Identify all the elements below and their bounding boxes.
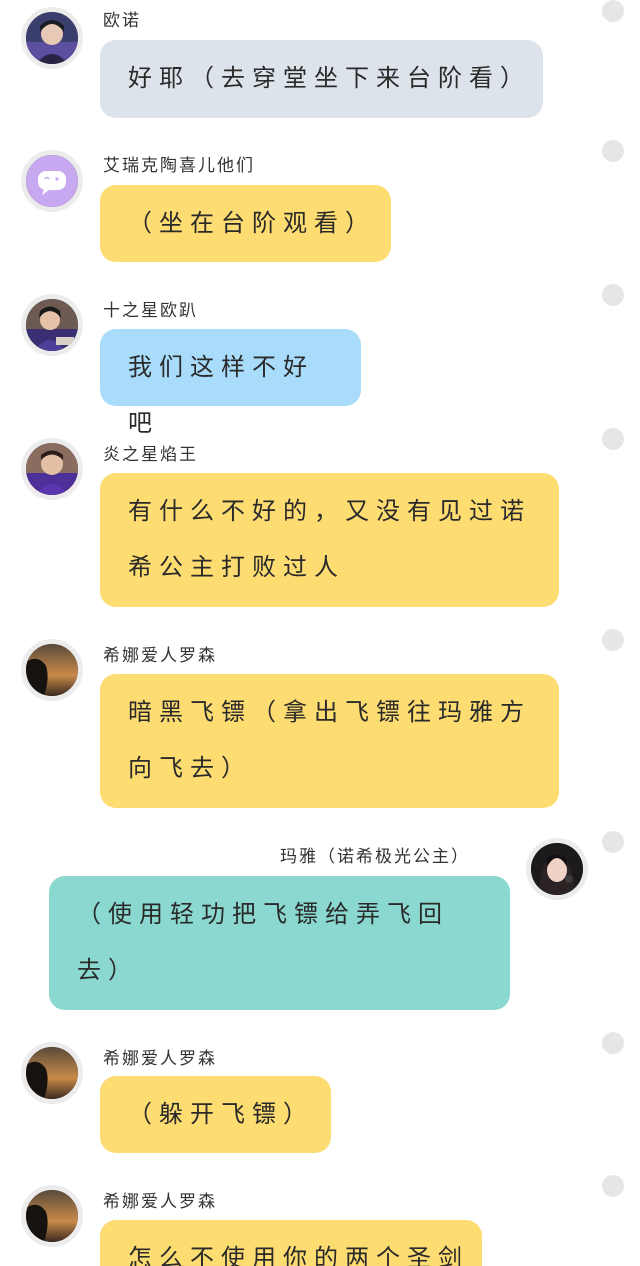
select-circle[interactable]: [602, 1175, 624, 1197]
sender-avatar[interactable]: [21, 7, 83, 69]
sender-name: 十之星欧趴: [103, 301, 198, 321]
message-bubble[interactable]: （使用轻功把飞镖给弄飞回去）: [49, 876, 510, 1010]
sender-avatar[interactable]: [21, 150, 83, 212]
sender-name: 炎之星焰王: [103, 445, 198, 465]
select-circle[interactable]: [602, 629, 624, 651]
sender-avatar[interactable]: [526, 838, 588, 900]
person-photo-icon: [531, 843, 583, 895]
message-bubble[interactable]: 我们这样不好吧: [100, 329, 361, 437]
sender-avatar[interactable]: [21, 438, 83, 500]
message-bubble[interactable]: 好耶（去穿堂坐下来台阶看）: [100, 40, 543, 118]
sender-name: 艾瑞克陶喜儿他们: [103, 156, 255, 176]
message-bubble[interactable]: （躲开飞镖）: [100, 1076, 331, 1153]
select-circle[interactable]: [602, 140, 624, 162]
select-circle[interactable]: [602, 428, 624, 450]
select-circle[interactable]: [602, 284, 624, 306]
silhouette-sunset-icon: [26, 1190, 78, 1242]
sender-name: 希娜爱人罗森: [103, 646, 217, 666]
sender-name: 欧诺: [103, 11, 141, 31]
select-circle[interactable]: [602, 831, 624, 853]
person-photo-icon: [26, 443, 78, 495]
sender-avatar[interactable]: [21, 1042, 83, 1104]
select-circle[interactable]: [602, 1032, 624, 1054]
sender-name: 希娜爱人罗森: [103, 1192, 217, 1212]
message-bubble[interactable]: 有什么不好的，又没有见过诺希公主打败过人: [100, 473, 559, 607]
sender-name: 玛雅（诺希极光公主）: [280, 847, 470, 867]
chat-bubble-icon: [26, 155, 78, 207]
person-photo-icon: [26, 299, 78, 351]
sender-name: 希娜爱人罗森: [103, 1049, 217, 1069]
message-bubble[interactable]: 暗黑飞镖（拿出飞镖往玛雅方向飞去）: [100, 674, 559, 808]
sender-avatar[interactable]: [21, 1185, 83, 1247]
sender-avatar[interactable]: [21, 294, 83, 356]
silhouette-sunset-icon: [26, 644, 78, 696]
person-photo-icon: [26, 12, 78, 64]
chat-message-list[interactable]: 欧诺 好耶（去穿堂坐下来台阶看） 艾瑞克陶喜儿他们 （坐在台阶观看） 十之星欧趴…: [0, 0, 640, 1266]
sender-avatar[interactable]: [21, 639, 83, 701]
select-circle[interactable]: [602, 0, 624, 22]
message-bubble[interactable]: （坐在台阶观看）: [100, 185, 391, 262]
silhouette-sunset-icon: [26, 1047, 78, 1099]
message-bubble[interactable]: 怎么不使用你的两个圣剑: [100, 1220, 482, 1266]
